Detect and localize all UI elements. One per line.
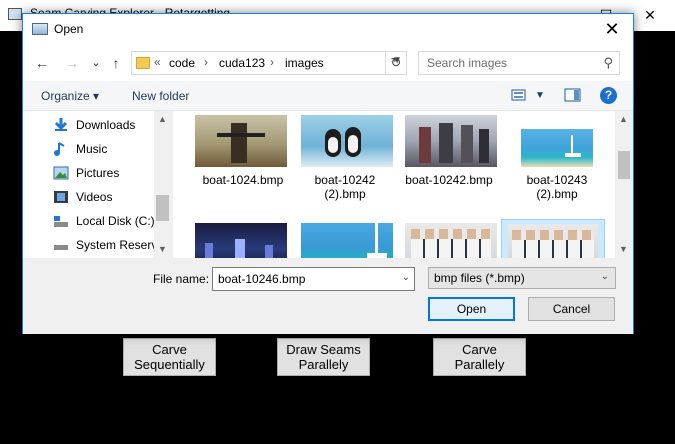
file-name-label: File name: [153,272,210,286]
carve-sequentially-button[interactable]: Carve Sequentially [123,338,216,376]
image-thumbnail [195,115,287,167]
open-button[interactable]: Open [428,297,515,321]
command-bar: Organize ▾ New folder ▼ ? [23,81,633,111]
file-list: boat-1024.bmp boat-10242 (2).bmp boat-10… [173,111,615,258]
file-tile[interactable] [193,217,293,258]
image-thumbnail [521,129,593,167]
music-icon [54,142,65,156]
file-tile[interactable]: boat-1024.bmp [193,115,293,207]
file-name-field[interactable]: boat-10246.bmp ⌄ [212,267,415,291]
navigation-pane-scrollbar[interactable]: ▲ ▼ [154,111,171,258]
navigation-bar: ← → ⌄ ↑ « code › cuda123 › images ▼ ↻ Se… [23,45,633,81]
chevron-down-icon[interactable]: ⌄ [402,272,410,283]
cancel-button[interactable]: Cancel [528,297,615,321]
back-arrow-icon[interactable]: ← [32,53,52,73]
refresh-icon[interactable]: ↻ [385,51,407,75]
folder-icon [136,57,150,69]
file-type-select[interactable]: bmp files (*.bmp) ⌄ [428,267,616,289]
dialog-close-button[interactable]: ✕ [597,17,627,41]
scrollbar-thumb[interactable] [618,151,630,179]
dialog-titlebar: Open ✕ [23,14,633,45]
image-thumbnail [301,223,393,258]
scroll-down-arrow-icon[interactable]: ▼ [615,241,632,258]
breadcrumb-separator[interactable]: › [204,55,208,69]
scrollbar-thumb[interactable] [156,195,169,221]
search-input[interactable]: Search images [427,56,507,70]
chevron-down-icon[interactable]: ⌄ [601,271,609,282]
breadcrumb-code[interactable]: code [169,56,195,70]
download-icon [54,118,68,131]
up-arrow-icon[interactable]: ↑ [106,53,126,73]
draw-seams-parallely-button[interactable]: Draw Seams Parallely [277,338,370,376]
file-name-value[interactable]: boat-10246.bmp [218,272,305,286]
image-thumbnail [195,223,287,258]
file-tile[interactable]: boat-10242.bmp [399,115,499,207]
carve-parallely-button[interactable]: Carve Parallely [433,338,526,376]
file-tile[interactable] [399,217,499,258]
videos-icon [54,191,68,203]
organize-button[interactable]: Organize ▾ [41,89,99,103]
address-bar[interactable]: « code › cuda123 › images ▼ [131,51,407,75]
scroll-up-arrow-icon[interactable]: ▲ [615,111,632,128]
search-box[interactable]: Search images ⚲ [418,51,620,75]
file-list-scrollbar[interactable]: ▲ ▼ [615,111,633,258]
drive-icon [54,216,68,227]
dialog-title: Open [54,22,84,36]
image-thumbnail [405,223,497,258]
scroll-down-arrow-icon[interactable]: ▼ [154,241,171,258]
app-icon [8,8,22,20]
dialog-icon [32,23,48,35]
overflow-chevron-icon[interactable]: « [154,55,161,69]
file-type-value: bmp files (*.bmp) [434,271,525,285]
open-dialog: Open ✕ ← → ⌄ ↑ « code › cuda123 › images… [22,13,634,334]
file-tile[interactable]: boat-10243 (2).bmp [507,115,607,207]
view-dropdown-icon[interactable]: ▼ [535,90,545,101]
preview-pane-icon[interactable] [564,87,582,103]
forward-arrow-icon[interactable]: → [62,53,82,73]
file-tile[interactable] [295,217,395,258]
navigation-pane: Downloads Music Pictures Videos Local Di… [23,111,171,258]
image-thumbnail [508,224,598,258]
image-thumbnail [301,115,393,167]
drive-icon [54,245,68,250]
recent-locations-icon[interactable]: ⌄ [86,53,106,73]
help-icon[interactable]: ? [600,87,617,104]
pictures-icon [53,166,69,180]
image-thumbnail [405,115,497,167]
file-dialog-footer: File name: boat-10246.bmp ⌄ bmp files (*… [23,258,633,334]
breadcrumb-images[interactable]: images [285,56,324,70]
search-icon[interactable]: ⚲ [603,55,613,71]
new-folder-button[interactable]: New folder [132,89,189,103]
scroll-up-arrow-icon[interactable]: ▲ [154,111,171,128]
breadcrumb-cuda123[interactable]: cuda123 [219,56,265,70]
file-tile-selected[interactable] [501,219,605,258]
file-tile[interactable]: boat-10242 (2).bmp [295,115,395,207]
close-button[interactable]: ✕ [630,3,670,27]
view-options-icon[interactable] [511,87,529,103]
breadcrumb-separator[interactable]: › [270,55,274,69]
